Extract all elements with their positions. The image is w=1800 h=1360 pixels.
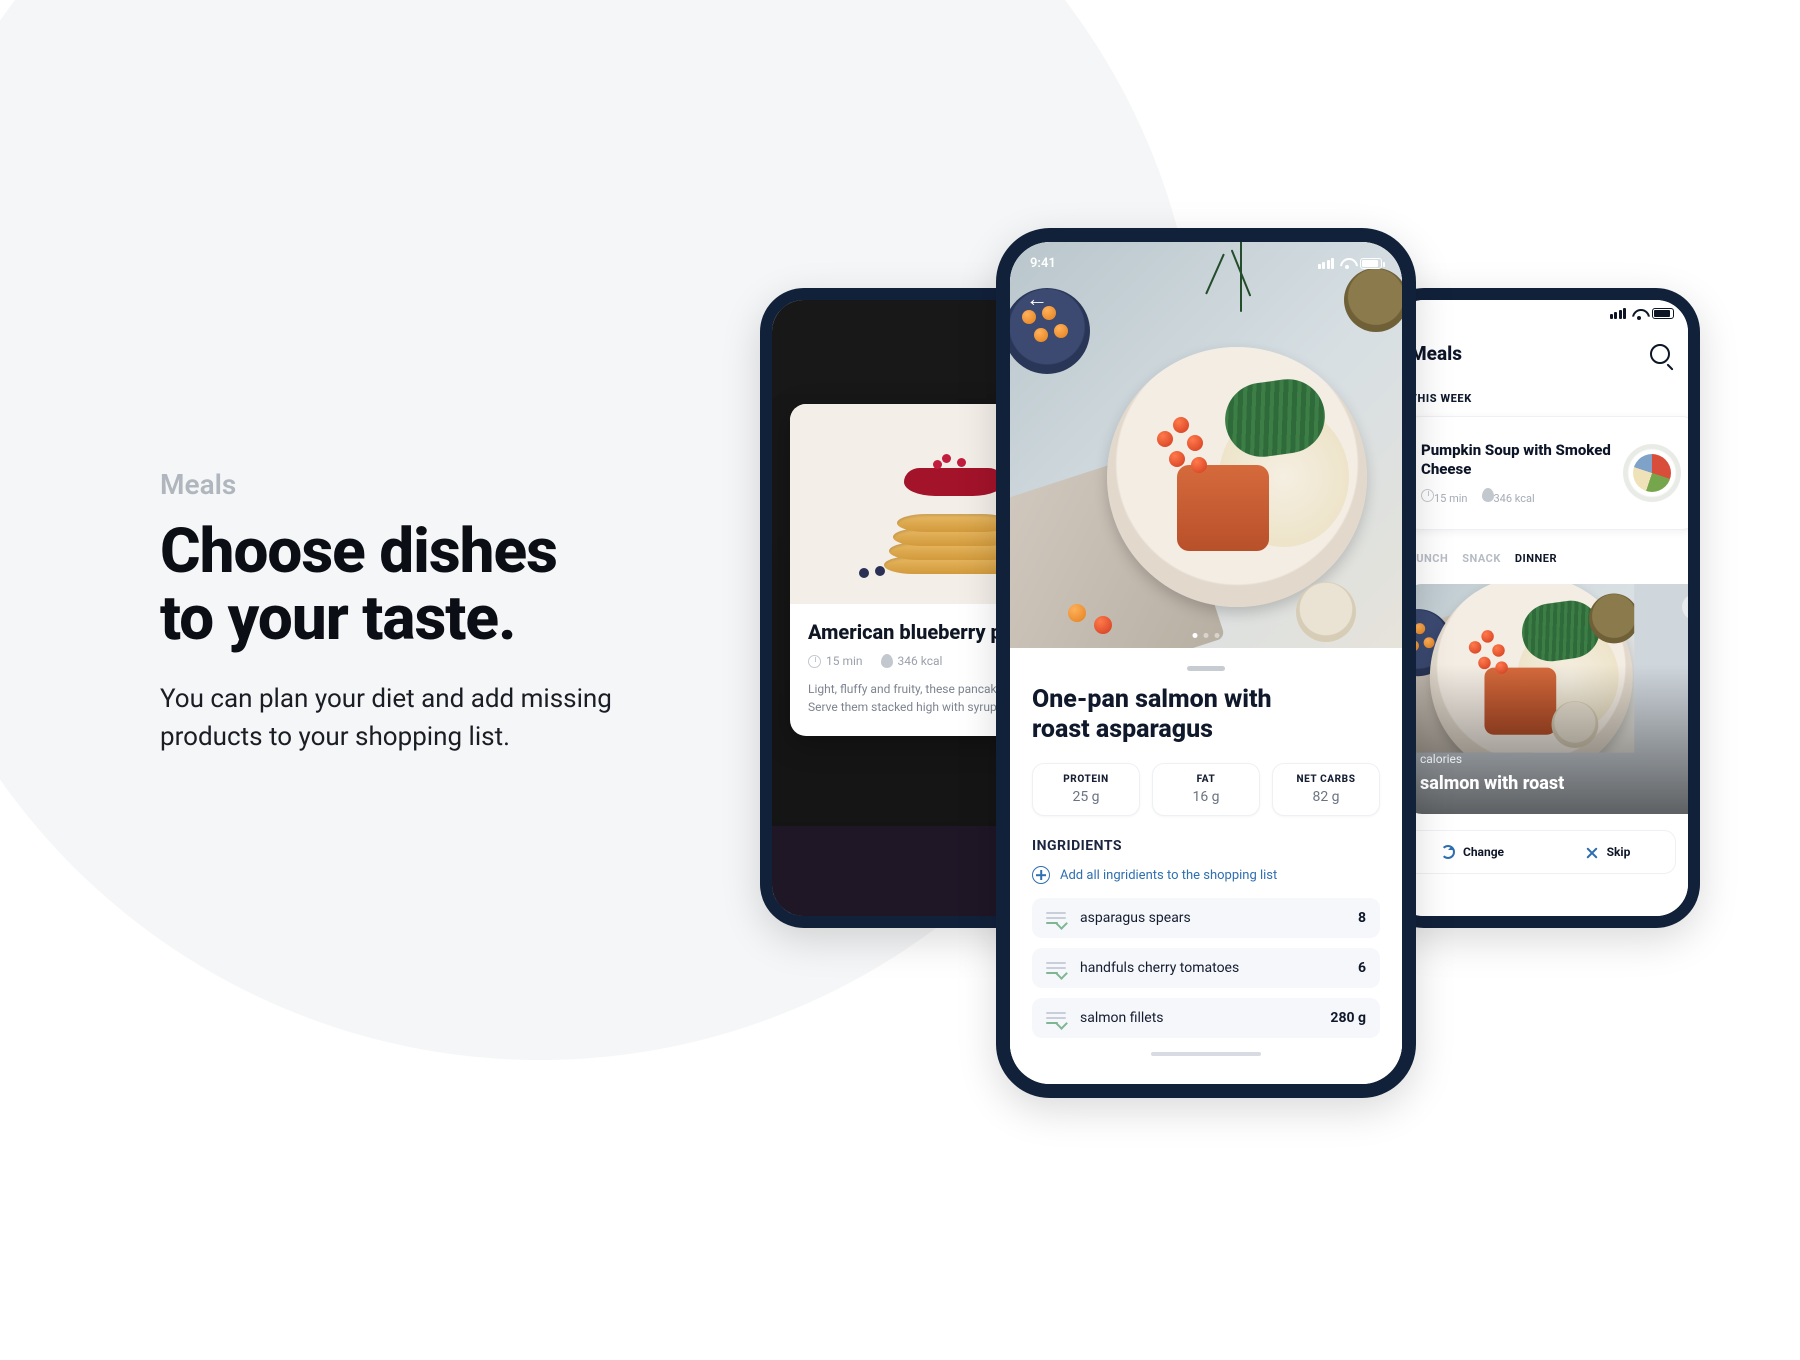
ingredients-heading: INGRIDIENTS <box>1032 838 1380 854</box>
page-title: Choose dishes to your taste. <box>160 519 660 653</box>
phone-right: Meals THIS WEEK Pumpkin Soup with Smoked… <box>1380 288 1700 928</box>
meta-time: 15 min <box>826 654 863 668</box>
dish-title: One-pan salmon with roast asparagus <box>1032 685 1380 745</box>
dish-title-l2: roast asparagus <box>1032 715 1213 744</box>
dish-title-l1: One-pan salmon with <box>1032 685 1272 714</box>
tab-dinner[interactable]: DINNER <box>1515 552 1557 565</box>
drag-handle[interactable] <box>1187 666 1225 671</box>
battery-icon <box>1360 258 1382 269</box>
wifi-icon <box>1340 258 1354 268</box>
skip-button[interactable]: Skip <box>1540 831 1675 873</box>
cellular-icon <box>1318 258 1335 269</box>
image-pager <box>1193 633 1220 638</box>
back-button[interactable]: ← <box>1026 286 1048 312</box>
headline-line1: Choose dishes <box>160 515 557 588</box>
macro-fat: FAT 16 g <box>1152 763 1260 816</box>
meal-card[interactable]: ♡ calories salmon with roast <box>1404 584 1700 814</box>
marketing-copy: Meals Choose dishes to your taste. You c… <box>160 468 660 756</box>
macro-protein: PROTEIN 25 g <box>1032 763 1140 816</box>
macro-label: PROTEIN <box>1039 774 1133 785</box>
change-label: Change <box>1463 845 1504 859</box>
ingredient-row[interactable]: salmon fillets 280 g <box>1032 998 1380 1038</box>
ingredient-row[interactable]: handfuls cherry tomatoes 6 <box>1032 948 1380 988</box>
plate-decoration <box>1107 347 1367 607</box>
status-time: 9:41 <box>1030 256 1056 271</box>
detail-sheet: One-pan salmon with roast asparagus PROT… <box>1010 648 1402 1056</box>
search-icon[interactable] <box>1650 344 1670 364</box>
macro-label: NET CARBS <box>1279 774 1373 785</box>
meta-kcal: 346 kcal <box>898 654 943 668</box>
eyebrow: Meals <box>160 468 660 501</box>
scroll-indicator <box>1151 1052 1261 1056</box>
featured-time: 15 min <box>1434 492 1468 505</box>
featured-title: Pumpkin Soup with Smoked Cheese <box>1421 441 1611 479</box>
cup-decoration <box>1344 268 1402 332</box>
flame-icon <box>881 654 893 668</box>
ingredient-name: handfuls cherry tomatoes <box>1080 960 1344 976</box>
tab-snack[interactable]: SNACK <box>1462 552 1501 565</box>
list-check-icon <box>1046 912 1066 924</box>
macro-value: 82 g <box>1279 789 1373 805</box>
card-actions: Change Skip <box>1404 830 1676 874</box>
ingredient-qty: 6 <box>1358 960 1366 976</box>
macro-value: 16 g <box>1159 789 1253 805</box>
featured-thumbnail <box>1623 444 1681 502</box>
wifi-icon <box>1632 309 1646 319</box>
status-bar: 9:41 <box>1010 252 1402 274</box>
headline-line2: to your taste. <box>160 582 515 655</box>
ingredient-qty: 280 g <box>1330 1010 1366 1026</box>
status-bar <box>1610 308 1675 319</box>
battery-icon <box>1652 308 1674 319</box>
plus-circle-icon <box>1032 866 1050 884</box>
macro-label: FAT <box>1159 774 1253 785</box>
add-all-ingredients-button[interactable]: Add all ingridients to the shopping list <box>1032 866 1380 884</box>
change-button[interactable]: Change <box>1405 831 1540 873</box>
section-label: THIS WEEK <box>1410 392 1472 405</box>
ingredient-row[interactable]: asparagus spears 8 <box>1032 898 1380 938</box>
macro-value: 25 g <box>1039 789 1133 805</box>
featured-recipe-card[interactable]: Pumpkin Soup with Smoked Cheese 15 min 3… <box>1404 416 1698 530</box>
phone-mockups: American blueberry pancakes 15 min 346 k… <box>760 228 1760 1148</box>
add-all-label: Add all ingridients to the shopping list <box>1060 868 1277 883</box>
featured-kcal: 346 kcal <box>1494 492 1535 505</box>
flame-icon <box>1482 488 1494 502</box>
meal-kicker: calories <box>1420 752 1462 766</box>
ingredient-name: asparagus spears <box>1080 910 1344 926</box>
ingredient-list: asparagus spears 8 handfuls cherry tomat… <box>1032 898 1380 1038</box>
cup-decoration <box>1296 582 1356 642</box>
subheadline: You can plan your diet and add missing p… <box>160 681 660 756</box>
meal-title: salmon with roast <box>1420 773 1700 794</box>
close-icon <box>1585 845 1599 859</box>
clock-icon <box>1421 489 1434 502</box>
macro-netcarbs: NET CARBS 82 g <box>1272 763 1380 816</box>
skip-label: Skip <box>1607 845 1631 859</box>
refresh-icon <box>1441 845 1455 859</box>
list-check-icon <box>1046 1012 1066 1024</box>
list-check-icon <box>1046 962 1066 974</box>
ingredient-qty: 8 <box>1358 910 1366 926</box>
ingredient-name: salmon fillets <box>1080 1010 1316 1026</box>
hero-image: 9:41 ← <box>1010 242 1402 648</box>
clock-icon <box>808 655 821 668</box>
phone-center: 9:41 ← One-pan salmon with roast <box>996 228 1416 1098</box>
bowl-decoration <box>1010 288 1090 374</box>
cellular-icon <box>1610 308 1627 319</box>
meal-tabs: LUNCH SNACK DINNER <box>1392 552 1688 565</box>
screen-title: Meals <box>1410 342 1462 365</box>
macros: PROTEIN 25 g FAT 16 g NET CARBS 82 g <box>1032 763 1380 816</box>
